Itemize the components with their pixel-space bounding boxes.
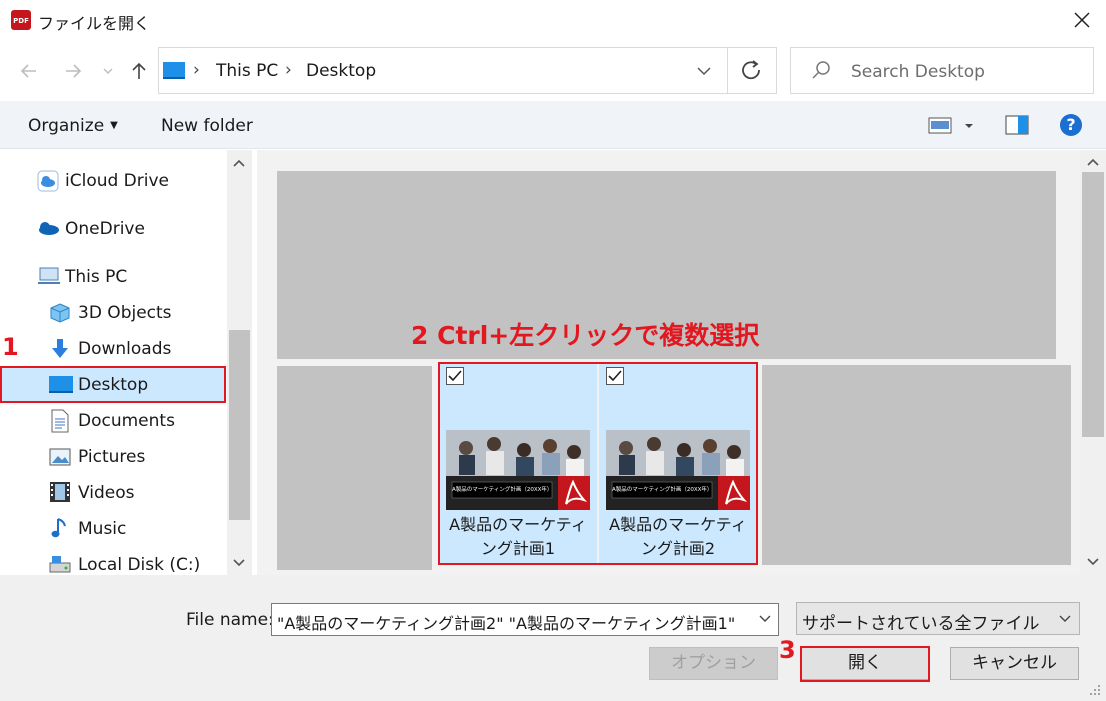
options-button[interactable]: オプション bbox=[649, 647, 778, 680]
help-button[interactable]: ? bbox=[1059, 113, 1083, 137]
file-name-dropdown[interactable] bbox=[756, 610, 774, 628]
sidebar-item-documents[interactable]: Documents bbox=[78, 411, 175, 431]
sidebar-item-local-disk[interactable]: Local Disk (C:) bbox=[78, 555, 200, 575]
sidebar-item-pictures[interactable]: Pictures bbox=[78, 447, 145, 467]
annotation-step-1: 1 bbox=[2, 333, 19, 361]
back-arrow-icon bbox=[20, 64, 36, 78]
file-name-value: "A製品のマーケティング計画2" "A製品のマーケティング計画1" bbox=[277, 614, 736, 633]
refresh-button[interactable] bbox=[727, 47, 777, 94]
sidebar-item-3d-objects[interactable]: 3D Objects bbox=[78, 303, 172, 323]
desktop-icon bbox=[163, 62, 185, 79]
chevron-down-icon bbox=[233, 559, 245, 567]
download-arrow-icon bbox=[50, 338, 70, 360]
close-button[interactable] bbox=[1068, 6, 1096, 34]
chevron-down-icon bbox=[1059, 615, 1071, 622]
recent-locations-button[interactable] bbox=[100, 62, 116, 80]
desktop-icon bbox=[49, 376, 73, 393]
annotation-step-3: 3 bbox=[779, 636, 796, 664]
forward-button[interactable] bbox=[60, 58, 86, 84]
sidebar-item-music[interactable]: Music bbox=[78, 519, 126, 539]
annotation-box-open bbox=[800, 646, 930, 682]
sidebar-item-onedrive[interactable]: OneDrive bbox=[65, 219, 145, 239]
search-placeholder: Search Desktop bbox=[851, 62, 985, 82]
file-name-label: File name: bbox=[186, 610, 274, 630]
breadcrumb-separator: › bbox=[285, 60, 292, 80]
sidebar-item-desktop[interactable]: Desktop bbox=[78, 375, 148, 395]
scroll-down-button[interactable] bbox=[231, 556, 247, 570]
chevron-down-icon bbox=[103, 68, 113, 74]
chevron-down-icon bbox=[759, 615, 771, 622]
close-icon bbox=[1074, 12, 1090, 28]
breadcrumb-desktop[interactable]: Desktop bbox=[306, 61, 376, 81]
sidebar-item-this-pc[interactable]: This PC bbox=[65, 267, 127, 287]
annotation-step-2: 2 Ctrl+左クリックで複数選択 bbox=[411, 321, 760, 350]
document-icon bbox=[50, 409, 70, 433]
up-button[interactable] bbox=[126, 58, 152, 84]
music-note-icon bbox=[50, 517, 70, 539]
picture-icon bbox=[49, 448, 71, 466]
film-icon bbox=[49, 481, 71, 503]
svg-text:PDF: PDF bbox=[13, 17, 29, 25]
preview-pane-button[interactable] bbox=[1005, 114, 1029, 136]
dialog-footer bbox=[0, 575, 1106, 701]
scroll-down-button[interactable] bbox=[1085, 555, 1101, 569]
caret-down-icon: ▼ bbox=[110, 120, 118, 131]
up-arrow-icon bbox=[132, 62, 146, 79]
organize-button[interactable]: Organize ▼ bbox=[28, 116, 118, 136]
refresh-icon bbox=[742, 60, 760, 80]
onedrive-icon bbox=[36, 220, 60, 236]
content-scroll-thumb[interactable] bbox=[1082, 172, 1104, 437]
breadcrumb-separator: › bbox=[193, 60, 200, 80]
cube-icon bbox=[49, 302, 71, 324]
sidebar-item-downloads[interactable]: Downloads bbox=[78, 339, 171, 359]
chevron-up-icon bbox=[1087, 158, 1099, 166]
app-pdf-icon: PDF bbox=[10, 9, 32, 31]
back-button[interactable] bbox=[16, 58, 42, 84]
address-dropdown-button[interactable] bbox=[694, 62, 714, 80]
file-type-value: サポートされている全ファイル bbox=[802, 614, 1040, 634]
change-view-button[interactable] bbox=[927, 115, 979, 137]
sidebar-scroll-thumb[interactable] bbox=[229, 330, 250, 520]
cancel-button[interactable]: キャンセル bbox=[950, 647, 1079, 680]
preview-pane-icon bbox=[1005, 115, 1029, 135]
new-folder-button[interactable]: New folder bbox=[161, 116, 253, 136]
file-type-dropdown[interactable] bbox=[1056, 610, 1074, 628]
disk-icon bbox=[48, 553, 72, 575]
window-title: ファイルを開く bbox=[38, 14, 151, 33]
title-bar bbox=[0, 0, 1106, 42]
file-item-placeholder[interactable] bbox=[277, 366, 432, 570]
chevron-down-icon bbox=[1087, 558, 1099, 566]
annotation-box-files bbox=[438, 362, 758, 565]
chevron-down-icon bbox=[697, 67, 711, 76]
organize-label: Organize bbox=[28, 116, 105, 136]
resize-grip-icon[interactable] bbox=[1088, 683, 1102, 697]
chevron-up-icon bbox=[233, 159, 245, 167]
help-label: ? bbox=[1066, 115, 1076, 134]
navigation-pane bbox=[0, 150, 253, 575]
search-icon bbox=[808, 58, 834, 84]
breadcrumb-this-pc[interactable]: This PC bbox=[216, 61, 278, 81]
view-icon bbox=[928, 117, 973, 134]
icloud-icon bbox=[37, 170, 59, 192]
pc-icon bbox=[36, 266, 60, 286]
scroll-up-button[interactable] bbox=[1085, 155, 1101, 169]
scroll-up-button[interactable] bbox=[231, 156, 247, 170]
forward-arrow-icon bbox=[66, 64, 82, 78]
sidebar-item-videos[interactable]: Videos bbox=[78, 483, 135, 503]
sidebar-item-icloud-drive[interactable]: iCloud Drive bbox=[65, 171, 169, 191]
file-item-placeholder[interactable] bbox=[762, 365, 1071, 565]
